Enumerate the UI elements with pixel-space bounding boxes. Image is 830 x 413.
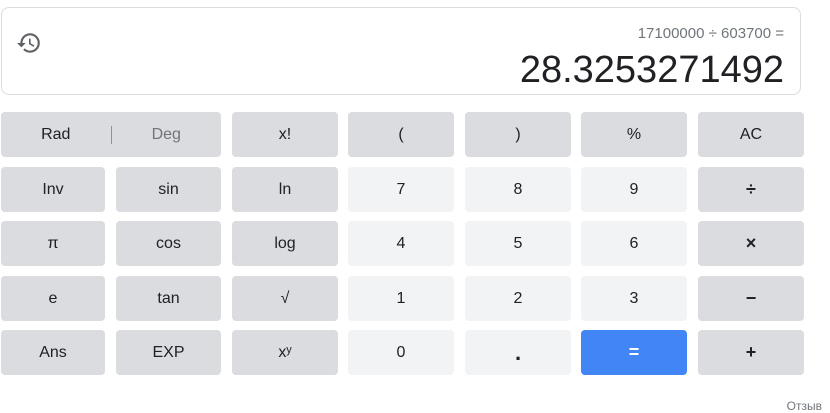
ln-button[interactable]: ln bbox=[232, 167, 338, 212]
plus-button[interactable]: + bbox=[698, 330, 804, 375]
digit-5-button[interactable]: 5 bbox=[465, 221, 571, 266]
open-paren-button[interactable]: ( bbox=[348, 112, 454, 157]
percent-button[interactable]: % bbox=[581, 112, 687, 157]
deg-button[interactable]: Deg bbox=[112, 126, 222, 144]
answer-button[interactable]: Ans bbox=[1, 330, 105, 375]
close-paren-button[interactable]: ) bbox=[465, 112, 571, 157]
digit-0-button[interactable]: 0 bbox=[348, 330, 454, 375]
digit-2-button[interactable]: 2 bbox=[465, 276, 571, 321]
sin-button[interactable]: sin bbox=[116, 167, 221, 212]
digit-1-button[interactable]: 1 bbox=[348, 276, 454, 321]
digit-6-button[interactable]: 6 bbox=[581, 221, 687, 266]
equals-button[interactable]: = bbox=[581, 330, 687, 375]
expression-text: 17100000 ÷ 603700 = bbox=[637, 25, 784, 42]
rad-deg-toggle[interactable]: Rad Deg bbox=[1, 112, 221, 157]
decimal-point-button[interactable]: . bbox=[465, 330, 571, 375]
power-button[interactable]: xʸ bbox=[232, 330, 338, 375]
all-clear-button[interactable]: AC bbox=[698, 112, 804, 157]
exp-button[interactable]: EXP bbox=[116, 330, 221, 375]
log-button[interactable]: log bbox=[232, 221, 338, 266]
inverse-button[interactable]: Inv bbox=[1, 167, 105, 212]
digit-4-button[interactable]: 4 bbox=[348, 221, 454, 266]
pi-button[interactable]: π bbox=[1, 221, 105, 266]
feedback-link[interactable]: Отзыв bbox=[787, 399, 822, 413]
multiply-button[interactable]: × bbox=[698, 221, 804, 266]
euler-e-button[interactable]: e bbox=[1, 276, 105, 321]
history-icon[interactable] bbox=[16, 30, 42, 56]
rad-button[interactable]: Rad bbox=[1, 126, 111, 144]
tan-button[interactable]: tan bbox=[116, 276, 221, 321]
digit-3-button[interactable]: 3 bbox=[581, 276, 687, 321]
digit-7-button[interactable]: 7 bbox=[348, 167, 454, 212]
square-root-button[interactable]: √ bbox=[232, 276, 338, 321]
result-text: 28.3253271492 bbox=[519, 49, 784, 91]
digit-9-button[interactable]: 9 bbox=[581, 167, 687, 212]
factorial-button[interactable]: x! bbox=[232, 112, 338, 157]
cos-button[interactable]: cos bbox=[116, 221, 221, 266]
minus-button[interactable]: − bbox=[698, 276, 804, 321]
divide-button[interactable]: ÷ bbox=[698, 167, 804, 212]
calculator-display: 17100000 ÷ 603700 = 28.3253271492 bbox=[1, 7, 801, 95]
digit-8-button[interactable]: 8 bbox=[465, 167, 571, 212]
